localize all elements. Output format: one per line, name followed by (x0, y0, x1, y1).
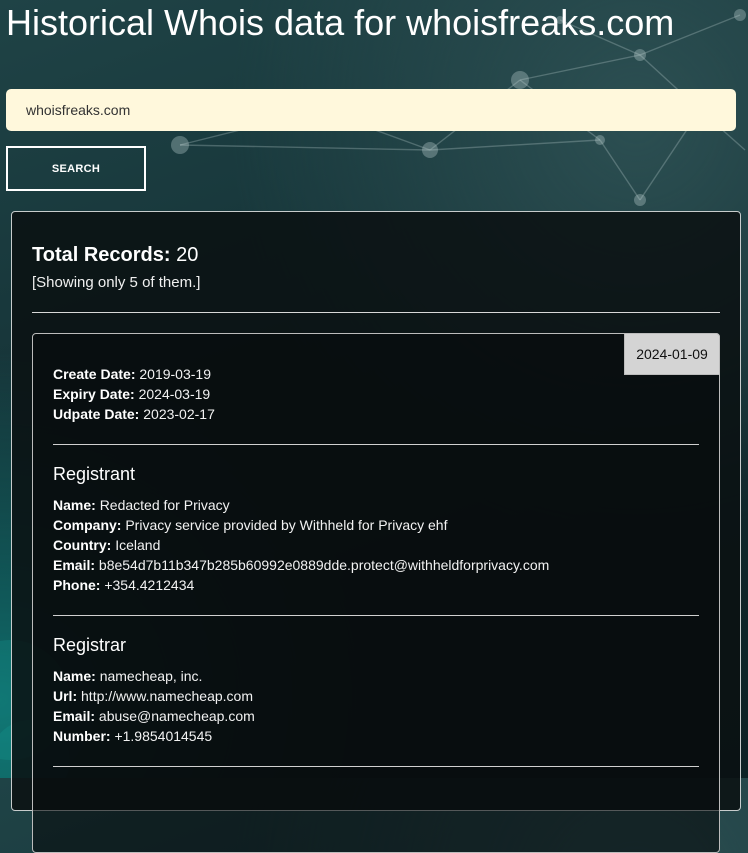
registrar-name-field: Name: namecheap, inc. (53, 668, 202, 684)
field-label: Url: (53, 688, 78, 704)
field-value: Privacy service provided by Withheld for… (125, 517, 448, 533)
update-date-field: Udpate Date: 2023-02-17 (53, 406, 215, 422)
search-button[interactable]: SEARCH (6, 146, 146, 191)
total-records-label: Total Records: (32, 244, 171, 266)
field-value: 2023-02-17 (143, 406, 215, 422)
page-title: Historical Whois data for whoisfreaks.co… (6, 2, 675, 43)
section-divider (53, 444, 699, 445)
registrar-email-field: Email: abuse@namecheap.com (53, 708, 255, 724)
field-value: 2024-03-19 (138, 386, 211, 402)
field-label: Name: (53, 497, 96, 513)
registrant-email-field: Email: b8e54d7b11b347b285b60992e0889dde.… (53, 557, 549, 573)
section-divider (53, 615, 699, 616)
total-records-line: Total Records: 20 (32, 244, 198, 267)
total-records-value: 20 (176, 244, 199, 266)
field-label: Email: (53, 557, 96, 573)
field-value: Iceland (115, 537, 161, 553)
field-label: Create Date: (53, 366, 136, 382)
field-label: Name: (53, 668, 96, 684)
registrant-name-field: Name: Redacted for Privacy (53, 497, 230, 513)
field-label: Expiry Date: (53, 386, 135, 402)
field-value: http://www.namecheap.com (81, 688, 253, 704)
field-label: Number: (53, 728, 111, 744)
registrar-url-field: Url: http://www.namecheap.com (53, 688, 253, 704)
showing-count-note: [Showing only 5 of them.] (32, 274, 201, 291)
domain-search-input[interactable] (6, 89, 736, 131)
field-label: Country: (53, 537, 112, 553)
whois-record-card: 2024-01-09 Create Date: 2019-03-19 Expir… (32, 333, 720, 853)
field-value: +354.4212434 (104, 577, 195, 593)
field-value: 2019-03-19 (139, 366, 211, 382)
results-panel: Total Records: 20 [Showing only 5 of the… (11, 211, 741, 853)
field-label: Udpate Date: (53, 406, 140, 422)
registrant-phone-field: Phone: +354.4212434 (53, 577, 194, 593)
field-value: +1.9854014545 (114, 728, 213, 744)
field-label: Email: (53, 708, 96, 724)
field-label: Company: (53, 517, 122, 533)
section-divider (53, 766, 699, 767)
field-value: abuse@namecheap.com (98, 708, 255, 724)
expiry-date-field: Expiry Date: 2024-03-19 (53, 386, 210, 402)
registrant-heading: Registrant (53, 464, 136, 484)
field-label: Phone: (53, 577, 101, 593)
field-value: Redacted for Privacy (99, 497, 230, 513)
field-value: namecheap, inc. (99, 668, 203, 684)
registrant-country-field: Country: Iceland (53, 537, 160, 553)
field-value: b8e54d7b11b347b285b60992e0889dde.protect… (98, 557, 550, 573)
create-date-field: Create Date: 2019-03-19 (53, 366, 211, 382)
record-date-badge: 2024-01-09 (624, 333, 720, 375)
registrant-company-field: Company: Privacy service provided by Wit… (53, 517, 447, 533)
registrar-heading: Registrar (53, 635, 127, 655)
registrar-number-field: Number: +1.9854014545 (53, 728, 212, 744)
panel-divider (32, 312, 720, 313)
